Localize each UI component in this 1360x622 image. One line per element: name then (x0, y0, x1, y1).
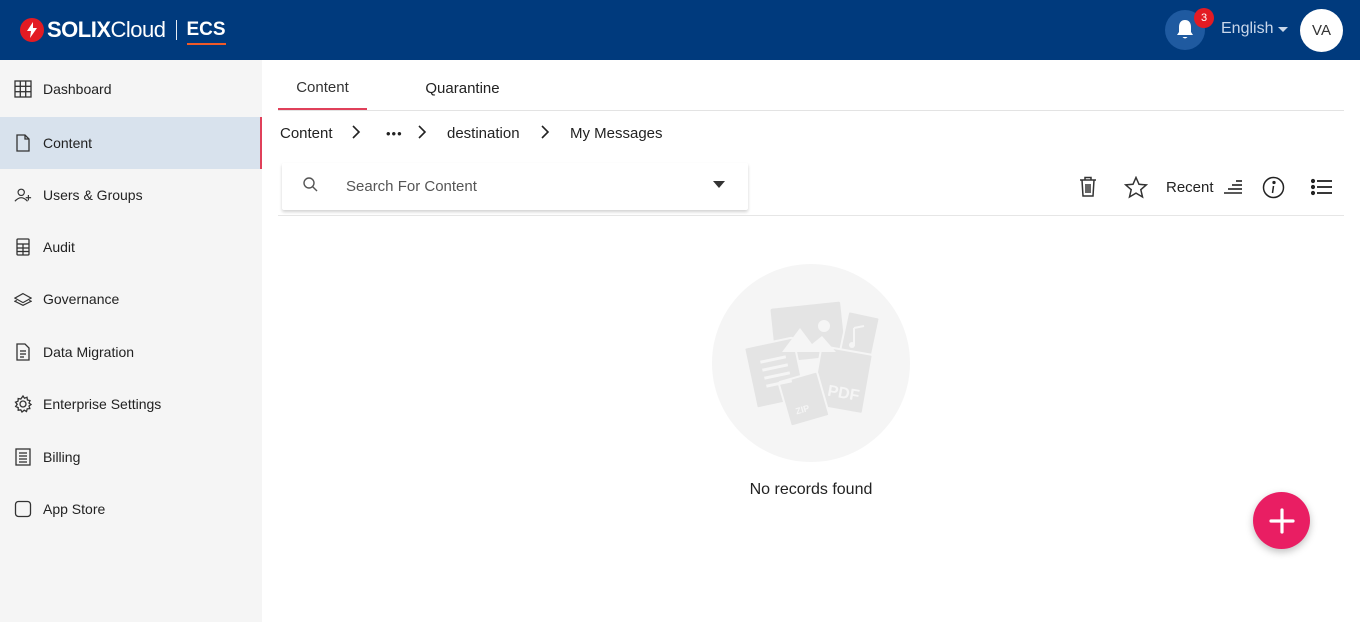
sidebar-item-dashboard[interactable]: Dashboard (0, 63, 262, 115)
brand-name: SOLIXCloud (47, 17, 166, 42)
user-avatar[interactable]: VA (1300, 9, 1343, 52)
delete-button[interactable] (1076, 175, 1100, 199)
sidebar-item-label: App Store (43, 501, 106, 517)
grid-icon (14, 80, 32, 98)
calculator-icon (14, 238, 32, 256)
gear-icon (14, 395, 32, 413)
sidebar: Dashboard Content Users & Groups Audit G… (0, 60, 262, 622)
list-view-button[interactable] (1310, 175, 1334, 199)
sort-descending-icon (1224, 180, 1242, 194)
sidebar-item-governance[interactable]: Governance (0, 273, 262, 325)
tabs-divider (278, 110, 1344, 111)
product-name: ECS (186, 19, 226, 45)
sidebar-item-label: Data Migration (43, 344, 135, 360)
plus-icon (1268, 507, 1295, 534)
sidebar-item-label: Billing (43, 449, 81, 465)
language-selector[interactable]: English (1221, 20, 1289, 38)
star-icon (1124, 175, 1148, 199)
sidebar-item-enterprise-settings[interactable]: Enterprise Settings (0, 378, 262, 430)
brand-divider (175, 20, 177, 40)
sidebar-item-content[interactable]: Content (0, 117, 262, 169)
sort-label[interactable]: Recent (1166, 179, 1214, 196)
notification-badge: 3 (1194, 8, 1214, 28)
info-button[interactable] (1261, 175, 1285, 199)
sidebar-item-label: Audit (43, 239, 75, 255)
sidebar-item-label: Dashboard (43, 81, 112, 97)
receipt-icon (14, 448, 32, 466)
tab-quarantine[interactable]: Quarantine (405, 66, 520, 111)
search-box (282, 163, 748, 210)
breadcrumb-item-destination[interactable]: destination (447, 122, 520, 144)
breadcrumb-item-content[interactable]: Content (280, 122, 333, 144)
chevron-right-icon (352, 125, 361, 139)
bolt-icon (20, 18, 44, 42)
add-user-icon (14, 186, 32, 204)
search-input[interactable] (346, 175, 696, 197)
search-filter-dropdown-icon[interactable] (713, 181, 725, 188)
sidebar-item-users-groups[interactable]: Users & Groups (0, 169, 262, 221)
favorites-button[interactable] (1124, 175, 1148, 199)
sidebar-item-data-migration[interactable]: Data Migration (0, 326, 262, 378)
caret-down-icon (1278, 26, 1289, 32)
tab-content[interactable]: Content (278, 66, 367, 111)
add-content-button[interactable] (1253, 492, 1310, 549)
sidebar-item-billing[interactable]: Billing (0, 431, 262, 483)
info-icon (1262, 176, 1284, 198)
chevron-right-icon (418, 125, 427, 139)
empty-state-message: No records found (749, 481, 873, 498)
chevron-right-icon (541, 125, 550, 139)
empty-state-illustration: PDF ZIP (712, 264, 910, 462)
sidebar-item-label: Governance (43, 291, 120, 307)
square-icon (14, 500, 32, 518)
sidebar-item-label: Enterprise Settings (43, 396, 162, 412)
breadcrumb-ellipsis[interactable]: ••• (386, 122, 403, 144)
document-icon (14, 343, 32, 361)
bell-icon (1177, 20, 1193, 39)
list-icon (1311, 178, 1332, 196)
trash-icon (1080, 176, 1096, 197)
brand-logo[interactable]: SOLIXCloud ECS (20, 14, 226, 46)
sidebar-item-label: Users & Groups (43, 187, 143, 203)
toolbar-divider (278, 215, 1344, 216)
sidebar-item-label: Content (43, 135, 93, 151)
language-label: English (1221, 20, 1274, 37)
breadcrumb-item-current: My Messages (570, 124, 663, 142)
files-illustration-icon: PDF ZIP (743, 299, 881, 428)
search-icon (303, 177, 318, 192)
layers-icon (14, 290, 32, 308)
top-bar: SOLIXCloud ECS 3 English VA (0, 0, 1360, 60)
file-icon (14, 134, 32, 152)
sort-button[interactable] (1221, 175, 1245, 199)
sidebar-item-audit[interactable]: Audit (0, 221, 262, 273)
sidebar-item-app-store[interactable]: App Store (0, 483, 262, 535)
